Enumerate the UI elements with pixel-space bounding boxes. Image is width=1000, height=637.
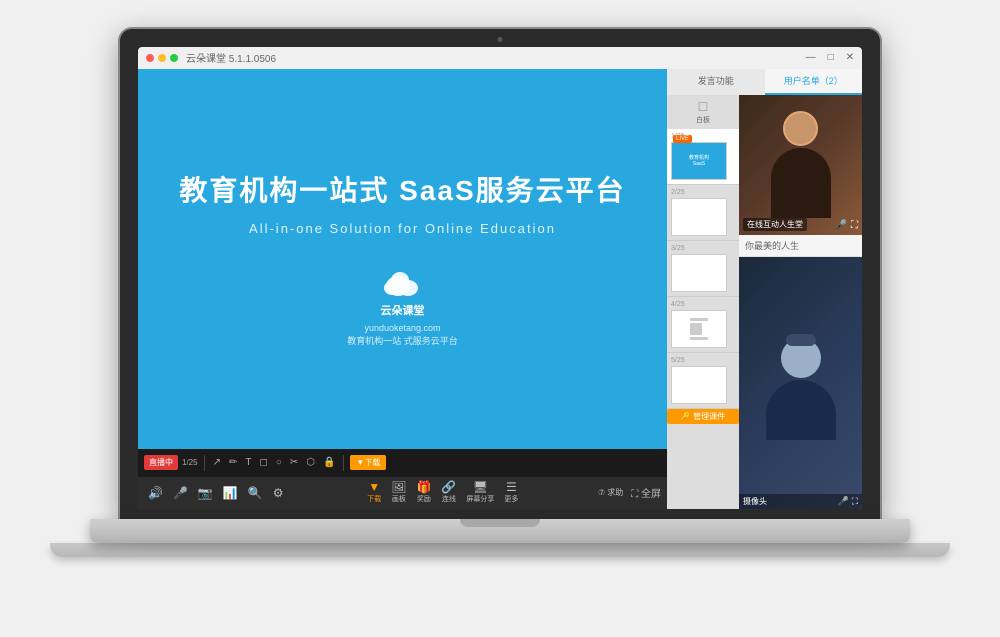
minimize-btn[interactable]: — (806, 52, 816, 63)
live-indicator: 直播中 (144, 455, 178, 470)
cloud-logo-icon (378, 266, 426, 298)
separator (204, 455, 205, 471)
secondary-video: 摄像头 🎤 ⛶ (739, 257, 862, 509)
thumb-1[interactable]: 1/25 教育机构SaaS LIVE (667, 129, 739, 185)
app-content: 教育机构一站式 SaaS服务云平台 All-in-one Solution fo… (138, 69, 862, 509)
thumb-img-5 (671, 366, 727, 404)
bottom-toolbar: 🔊 🎤 📷 📊 🔍 (138, 477, 667, 509)
video2-mic-icon[interactable]: 🎤 (837, 496, 848, 507)
right-panel: 发言功能 用户名单（2） □ (667, 69, 862, 509)
video2-label: 摄像头 (743, 496, 767, 507)
tab-users[interactable]: 用户名单（2） (765, 69, 863, 95)
drawing-toolbar: 直播中 1/25 ↗ ✏ T ◻ ○ ✂ ⬡ 🔒 ▼下载 (138, 449, 667, 477)
fullscreen-btn[interactable]: ⛶ 全屏 (631, 485, 661, 500)
thumb-2[interactable]: 2/25 (667, 185, 739, 241)
thumb-img-2 (671, 198, 727, 236)
reward-btn[interactable]: 🎁 奖励 (412, 481, 435, 504)
search-btn[interactable]: 🔍 (244, 487, 267, 499)
circle-tool[interactable]: ○ (274, 457, 284, 468)
thumb-3[interactable]: 3/25 (667, 241, 739, 297)
body-2 (766, 380, 836, 440)
connect-btn[interactable]: 🔗 连线 (437, 481, 460, 504)
laser-tool[interactable]: ⬡ (304, 457, 317, 468)
live-badge: LIVE (673, 135, 692, 143)
audio-btn[interactable]: 🎤 (169, 487, 192, 499)
slide-area: 教育机构一站式 SaaS服务云平台 All-in-one Solution fo… (138, 69, 667, 509)
chat-name-area: 你最美的人生 (739, 235, 862, 257)
minimize-dot[interactable] (158, 54, 166, 62)
title-bar: 云朵课堂 5.1.1.0506 — □ ✕ (138, 47, 862, 69)
whiteboard-nav-btn[interactable]: □ 白板 (667, 95, 739, 129)
laptop-base (50, 543, 950, 557)
eraser-tool[interactable]: ✂ (288, 457, 300, 468)
pen-tool[interactable]: ✏ (227, 457, 239, 468)
separator2 (343, 455, 344, 471)
slide-title-zh: 教育机构一站式 SaaS服务云平台 (179, 169, 625, 209)
logo-url: yunduoketang.com 教育机构一站 式服务云平台 (347, 322, 458, 347)
pointer-tool[interactable]: ↗ (211, 457, 223, 468)
screen-inner: 云朵课堂 5.1.1.0506 — □ ✕ 教育机构一站式 SaaS服务云平台 … (138, 47, 862, 509)
page-indicator: 1/25 (182, 458, 198, 467)
right-content: □ 白板 1/25 教育机构SaaS (667, 95, 862, 509)
video1-controls: 🎤 ⛶ (835, 220, 858, 231)
screen-share-btn[interactable]: 🖥 屏幕分享 (462, 481, 498, 504)
main-video: 在线互动人生堂 🎤 ⛶ (739, 95, 862, 235)
thumb-img-1: 教育机构SaaS (671, 142, 727, 180)
main-video-feed (739, 95, 862, 235)
camera-btn[interactable]: 📷 (194, 487, 217, 499)
maximize-dot[interactable] (170, 54, 178, 62)
slide-title-en: All-in-one Solution for Online Education (249, 221, 556, 236)
window-controls: — □ ✕ (806, 52, 854, 63)
presenter-figure (771, 111, 831, 218)
close-btn[interactable]: ✕ (846, 52, 854, 63)
slide-main: 教育机构一站式 SaaS服务云平台 All-in-one Solution fo… (138, 69, 667, 449)
text-tool[interactable]: T (243, 457, 253, 468)
download-main-btn[interactable]: ▼ 下载 (363, 481, 385, 504)
video1-mic-icon[interactable]: 🎤 (835, 220, 847, 231)
thumb-4[interactable]: 4/25 (667, 297, 739, 353)
rect-tool[interactable]: ◻ (257, 457, 269, 468)
logo-name: 云朵课堂 (380, 302, 424, 318)
thumb-img-3 (671, 254, 727, 292)
download-btn[interactable]: ▼下载 (350, 455, 386, 470)
slides-thumbnails: □ 白板 1/25 教育机构SaaS (667, 95, 739, 509)
video-area: 在线互动人生堂 🎤 ⛶ 你最美的人生 (739, 95, 862, 509)
right-tabs: 发言功能 用户名单（2） (667, 69, 862, 95)
laptop-wrapper: 云朵课堂 5.1.1.0506 — □ ✕ 教育机构一站式 SaaS服务云平台 … (70, 29, 930, 609)
whiteboard-btn[interactable]: 🖼 画板 (387, 481, 410, 504)
slide-logo-area: 云朵课堂 yunduoketang.com 教育机构一站 式服务云平台 (347, 266, 458, 347)
tab-speech[interactable]: 发言功能 (667, 69, 765, 95)
window-dots (146, 54, 178, 62)
secondary-video-feed (739, 257, 862, 509)
student-figure (766, 326, 836, 440)
mic-btn[interactable]: 🔊 (144, 487, 167, 499)
manage-courseware-btn[interactable]: 🔑 管理课件 (667, 409, 739, 424)
thumb-img-4 (671, 310, 727, 348)
video2-bottom-bar: 摄像头 🎤 ⛶ (739, 494, 862, 509)
video1-label: 在线互动人生堂 (743, 218, 807, 231)
head-1 (783, 111, 818, 146)
video1-expand-icon[interactable]: ⛶ (851, 220, 858, 231)
restore-btn[interactable]: □ (828, 52, 834, 63)
stats-btn[interactable]: 📊 (219, 487, 242, 499)
thumb-5[interactable]: 5/25 (667, 353, 739, 409)
app-title: 云朵课堂 5.1.1.0506 (186, 50, 806, 65)
video2-controls: 🎤 ⛶ (837, 496, 858, 507)
lock-tool[interactable]: 🔒 (321, 457, 337, 468)
close-dot[interactable] (146, 54, 154, 62)
settings-btn[interactable]: ⚙ (269, 487, 288, 499)
hat (786, 334, 816, 346)
laptop-screen: 云朵课堂 5.1.1.0506 — □ ✕ 教育机构一站式 SaaS服务云平台 … (120, 29, 880, 519)
right-toolbar-btns: ⑦ 求助 ⛶ 全屏 (598, 485, 661, 500)
laptop-notch (460, 519, 540, 527)
help-btn[interactable]: ⑦ 求助 (598, 487, 623, 498)
laptop-body (90, 519, 910, 543)
camera-dot (498, 37, 503, 42)
video2-expand-icon[interactable]: ⛶ (852, 496, 858, 507)
body-1 (771, 148, 831, 218)
more-btn[interactable]: ☰ 更多 (500, 481, 522, 504)
